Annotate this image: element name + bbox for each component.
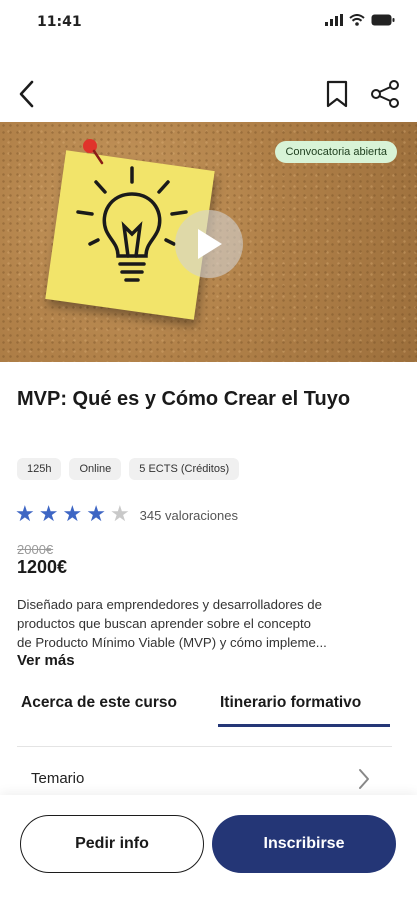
- course-tabs: Acerca de este curso Itinerario formativ…: [0, 690, 417, 730]
- star-empty-icon: ★: [109, 502, 130, 527]
- tab-about-course[interactable]: Acerca de este curso: [21, 694, 177, 712]
- credits-chip: 5 ECTS (Créditos): [129, 458, 240, 480]
- course-attributes: 125h Online 5 ECTS (Créditos): [17, 458, 240, 480]
- share-icon: [371, 80, 399, 108]
- back-arrow-icon: [19, 80, 34, 108]
- top-bar: [0, 70, 417, 118]
- course-title: MVP: Qué es y Cómo Crear el Tuyo: [17, 388, 351, 410]
- star-icon: ★: [15, 502, 35, 527]
- description-line: Diseñado para emprendedores y desarrolla…: [17, 597, 322, 612]
- syllabus-row[interactable]: Temario: [17, 760, 392, 800]
- current-price: 1200€: [17, 557, 68, 577]
- divider: [17, 746, 392, 747]
- enrollment-open-badge: Convocatoria abierta: [275, 141, 397, 163]
- star-icon: ★: [86, 502, 106, 527]
- bookmark-icon: [326, 80, 348, 108]
- lightbulb-icon: [76, 166, 188, 282]
- syllabus-label: Temario: [31, 770, 85, 787]
- status-time: 11:41: [37, 14, 82, 30]
- description-line: de Producto Mínimo Viable (MVP) y cómo i…: [17, 635, 327, 650]
- play-icon: [198, 229, 222, 259]
- request-info-button[interactable]: Pedir info: [20, 815, 204, 873]
- modality-chip: Online: [69, 458, 122, 480]
- share-button[interactable]: [368, 76, 402, 112]
- see-more-link[interactable]: Ver más: [17, 652, 75, 669]
- chevron-right-icon: [359, 769, 369, 789]
- course-description: Diseñado para emprendedores y desarrolla…: [17, 595, 392, 652]
- status-icons: [325, 14, 395, 26]
- bookmark-button[interactable]: [322, 76, 352, 112]
- rating-count: 345 valoraciones: [139, 507, 238, 523]
- wifi-icon: [349, 14, 365, 26]
- star-icon: ★: [38, 502, 59, 527]
- description-line: productos que buscan aprender sobre el c…: [17, 616, 311, 631]
- tab-learning-path[interactable]: Itinerario formativo: [220, 694, 361, 712]
- bottom-action-bar: Pedir info Inscribirse: [0, 795, 417, 900]
- play-video-button[interactable]: [175, 210, 243, 278]
- back-button[interactable]: [10, 76, 42, 112]
- original-price: 2000€: [17, 542, 54, 557]
- battery-icon: [371, 14, 395, 26]
- rating: ★ ★ ★ ★ ★ 345 valoraciones: [15, 503, 238, 527]
- duration-chip: 125h: [17, 458, 62, 480]
- star-icon: ★: [62, 502, 83, 527]
- signal-icon: [325, 14, 343, 26]
- push-pin-icon: [83, 139, 104, 165]
- status-bar: 11:41: [0, 0, 417, 46]
- active-tab-indicator: [218, 724, 390, 727]
- enroll-button[interactable]: Inscribirse: [212, 815, 396, 873]
- course-hero-image[interactable]: Convocatoria abierta: [0, 122, 417, 362]
